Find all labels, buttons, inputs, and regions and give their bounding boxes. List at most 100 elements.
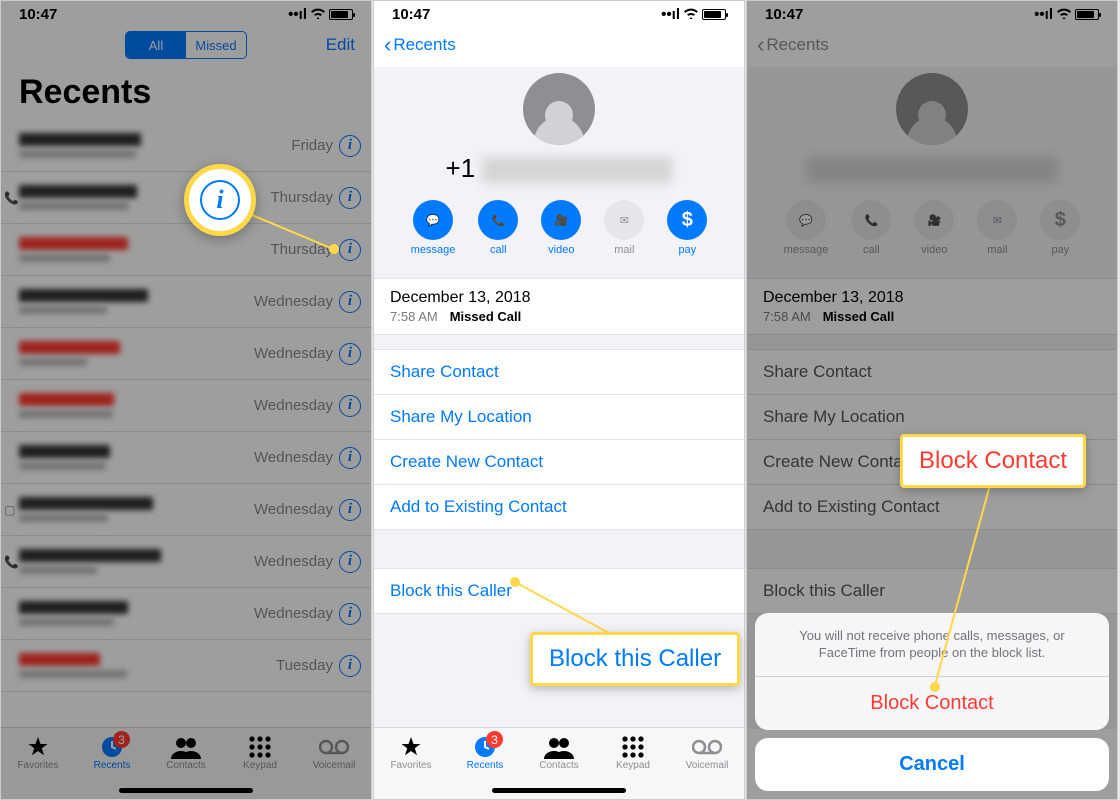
action-mail[interactable]: ✉︎mail [604, 200, 644, 256]
info-button[interactable]: i [339, 395, 361, 417]
redacted-number [807, 157, 1057, 183]
tab-voicemail[interactable]: Voicemail [304, 734, 364, 771]
mail-icon: ✉︎ [604, 200, 644, 240]
share-location[interactable]: Share My Location [374, 395, 744, 440]
call-date: Wednesday [254, 449, 333, 466]
back-label[interactable]: Recents [393, 35, 455, 55]
link-group: Share Contact Share My Location Create N… [374, 349, 744, 530]
contacts-icon [529, 734, 589, 760]
tab-voicemail[interactable]: Voicemail [677, 734, 737, 771]
sheet-message: You will not receive phone calls, messag… [755, 613, 1109, 677]
call-date: Wednesday [254, 605, 333, 622]
tab-favorites[interactable]: Favorites [381, 734, 441, 771]
action-pay[interactable]: $pay [667, 200, 707, 256]
block-group: Block this Caller [374, 568, 744, 614]
action-video[interactable]: 🎥 video [541, 200, 581, 256]
back-chevron-icon[interactable]: ‹ [384, 32, 391, 58]
pay-icon: $ [667, 200, 707, 240]
number-prefix: +1 [446, 153, 476, 183]
redacted-name [19, 496, 153, 524]
keypad-icon [603, 734, 663, 760]
cancel-button[interactable]: Cancel [755, 738, 1109, 791]
tab-recents[interactable]: Recents3 [455, 734, 515, 771]
recents-row[interactable]: 📞Wednesdayi [1, 536, 371, 588]
message-icon: 💬 [786, 200, 826, 240]
block-this-caller[interactable]: Block this Caller [374, 569, 744, 613]
info-button[interactable]: i [339, 343, 361, 365]
segment-missed[interactable]: Missed [186, 32, 246, 58]
callout-info-icon: i [184, 164, 256, 236]
info-button[interactable]: i [339, 655, 361, 677]
add-contact: Add to Existing Contact [747, 485, 1117, 529]
info-button[interactable]: i [339, 603, 361, 625]
recents-row[interactable]: Wednesdayi [1, 328, 371, 380]
redacted-name [19, 132, 141, 160]
segment-all[interactable]: All [126, 32, 186, 58]
create-contact[interactable]: Create New Contact [374, 440, 744, 485]
keypad-icon [230, 734, 290, 760]
action-label: message [411, 244, 456, 256]
video-icon: 🎥 [541, 200, 581, 240]
info-button[interactable]: i [339, 187, 361, 209]
nav-bar: All Missed Edit [1, 23, 371, 67]
redacted-name [19, 600, 128, 628]
recents-row[interactable]: Fridayi [1, 120, 371, 172]
recents-icon [82, 734, 142, 760]
info-button[interactable]: i [339, 551, 361, 573]
share-contact: Share Contact [747, 350, 1117, 395]
tab-label: Favorites [8, 760, 68, 771]
tab-label: Voicemail [677, 760, 737, 771]
info-button[interactable]: i [339, 135, 361, 157]
callout-dot [329, 244, 339, 254]
redacted-name [19, 236, 128, 264]
tab-recents[interactable]: Recents3 [82, 734, 142, 771]
edit-button[interactable]: Edit [326, 35, 355, 55]
recents-row[interactable]: ▢Wednesdayi [1, 484, 371, 536]
tab-keypad[interactable]: Keypad [603, 734, 663, 771]
tab-contacts[interactable]: Contacts [156, 734, 216, 771]
tab-contacts[interactable]: Contacts [529, 734, 589, 771]
action-label: call [863, 244, 880, 256]
tab-favorites[interactable]: Favorites [8, 734, 68, 771]
info-button[interactable]: i [339, 239, 361, 261]
redacted-name [19, 184, 137, 212]
recents-row[interactable]: Wednesday i [1, 588, 371, 640]
tab-label: Keypad [230, 760, 290, 771]
add-contact[interactable]: Add to Existing Contact [374, 485, 744, 529]
recents-row[interactable]: Wednesdayi [1, 380, 371, 432]
share-contact[interactable]: Share Contact [374, 350, 744, 395]
call-date: Tuesday [276, 657, 333, 674]
action-message[interactable]: 💬message [411, 200, 456, 256]
action-label: mail [987, 244, 1007, 256]
favorites-icon [8, 734, 68, 760]
redacted-name [19, 652, 127, 680]
signal-icon: ••ıl [1034, 6, 1053, 23]
nav-bar[interactable]: ‹ Recents [374, 23, 744, 67]
info-button[interactable]: i [339, 499, 361, 521]
recents-row[interactable]: Wednesdayi [1, 276, 371, 328]
redacted-name [19, 392, 114, 420]
screen-recents: 10:47 ••ıl All Missed Edit Recents Frida… [0, 0, 372, 800]
call-date: Friday [291, 137, 333, 154]
redacted-number [482, 157, 672, 183]
info-button[interactable]: i [339, 447, 361, 469]
wifi-icon [683, 6, 699, 23]
recents-row[interactable]: Tuesday i [1, 640, 371, 692]
lead-icon: 📞 [4, 191, 19, 205]
action-label: video [548, 244, 574, 256]
status-bar: 10:47 ••ıl [1, 1, 371, 23]
action-video: 🎥video [914, 200, 954, 256]
action-message: 💬message [784, 200, 829, 256]
tab-keypad[interactable]: Keypad [230, 734, 290, 771]
action-mail: ✉︎mail [977, 200, 1017, 256]
status-right: ••ıl [288, 6, 353, 23]
status-right: ••ıl [661, 6, 726, 23]
info-button[interactable]: i [339, 291, 361, 313]
action-call[interactable]: 📞call [478, 200, 518, 256]
signal-icon: ••ıl [288, 6, 307, 23]
badge: 3 [113, 731, 130, 748]
voicemail-icon [304, 734, 364, 760]
recents-row[interactable]: Thursdayi [1, 224, 371, 276]
recents-row[interactable]: Wednesday i [1, 432, 371, 484]
segment-control[interactable]: All Missed [125, 31, 247, 59]
